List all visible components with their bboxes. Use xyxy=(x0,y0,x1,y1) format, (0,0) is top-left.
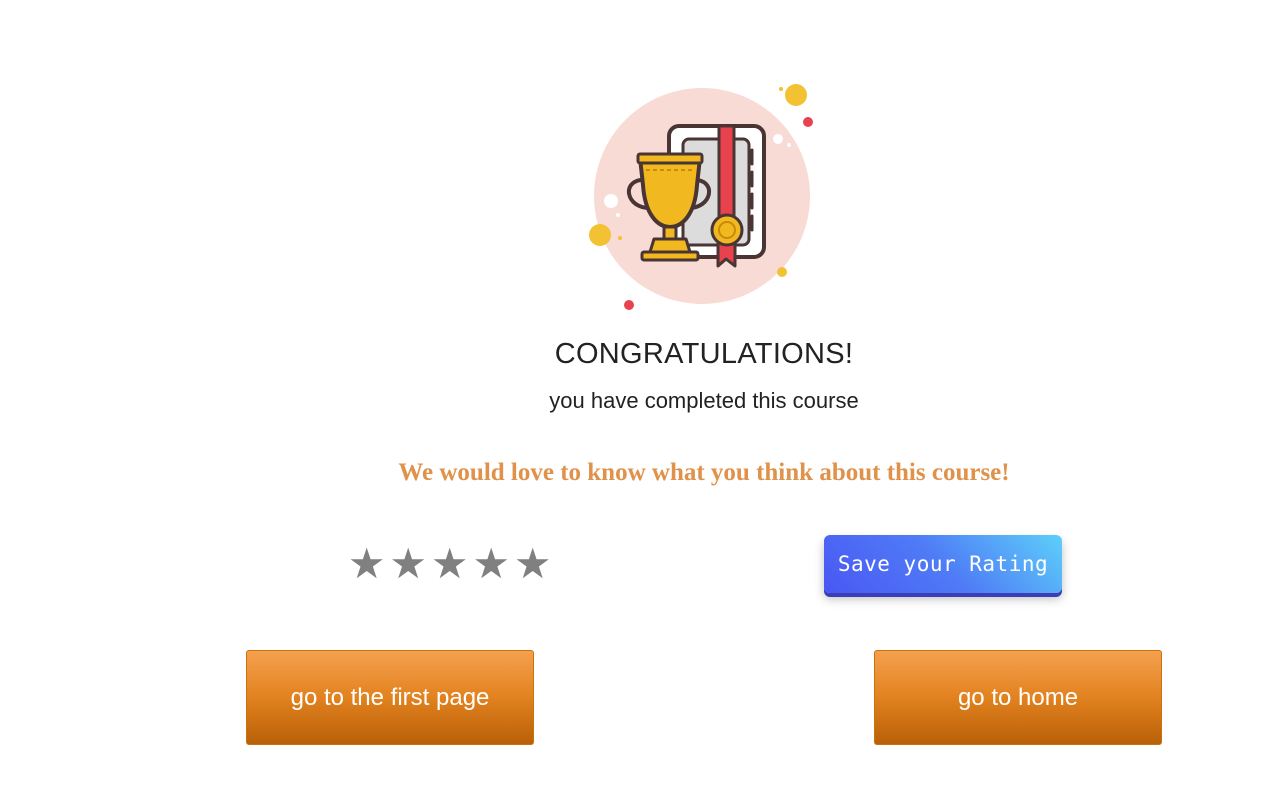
star-rating[interactable]: ★ ★ ★ ★ ★ xyxy=(346,540,554,588)
congratulations-title: CONGRATULATIONS! xyxy=(554,338,854,370)
go-to-first-page-button[interactable]: go to the first page xyxy=(246,650,534,745)
go-to-home-button[interactable]: go to home xyxy=(874,650,1162,745)
star-icon[interactable]: ★ xyxy=(429,540,471,588)
completion-subtitle: you have completed this course xyxy=(549,388,859,413)
feedback-prompt: We would love to know what you think abo… xyxy=(398,459,1010,486)
star-icon[interactable]: ★ xyxy=(512,540,554,588)
star-icon[interactable]: ★ xyxy=(471,540,513,588)
star-icon[interactable]: ★ xyxy=(388,540,430,588)
trophy-certificate-icon xyxy=(589,84,813,310)
star-icon[interactable]: ★ xyxy=(346,540,388,588)
save-rating-button[interactable]: Save your Rating xyxy=(824,535,1062,593)
